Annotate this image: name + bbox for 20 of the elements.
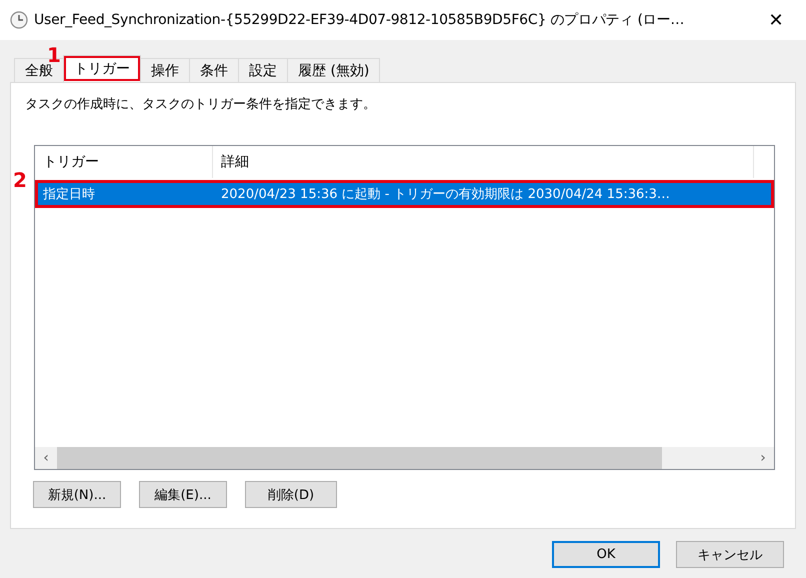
tab[interactable]: 履歴 (無効) — [287, 58, 380, 82]
column-header[interactable]: トリガー — [35, 146, 213, 178]
column-header[interactable]: 詳細 — [213, 146, 754, 178]
ok-button[interactable]: OK — [552, 541, 660, 568]
description-text: タスクの作成時に、タスクのトリガー条件を指定できます。 — [25, 96, 377, 113]
horizontal-scrollbar[interactable]: ‹ › — [35, 447, 774, 469]
action-button[interactable]: 新規(N)... — [33, 481, 121, 508]
table-cell-text: 2020/04/23 15:36 に起動 - トリガーの有効期限は 2030/04/24 15:36:3… — [220, 186, 671, 204]
action-button[interactable]: 削除(D) — [245, 481, 337, 508]
window-title: User_Feed_Synchronization-{55299D22-EF39-4D07-9812-10585B9D5F6C} のプロパティ (ロー… — [34, 11, 686, 29]
table-row[interactable]: 指定日時 2020/04/23 15:36 に起動 - トリガーの有効期限は 2030/04/24 15:36:3… — [35, 180, 774, 208]
clock-icon — [10, 11, 28, 29]
cancel-button[interactable]: キャンセル — [676, 541, 784, 568]
table-cell-text: 指定日時 — [42, 186, 96, 204]
annotation-number: 2 — [13, 168, 27, 192]
scroll-left-arrow[interactable]: ‹ — [35, 450, 57, 466]
close-button[interactable]: ✕ — [756, 10, 796, 30]
action-button[interactable]: 編集(E)... — [139, 481, 227, 508]
tab[interactable]: トリガー — [63, 55, 141, 82]
scroll-right-arrow[interactable]: › — [752, 450, 774, 466]
